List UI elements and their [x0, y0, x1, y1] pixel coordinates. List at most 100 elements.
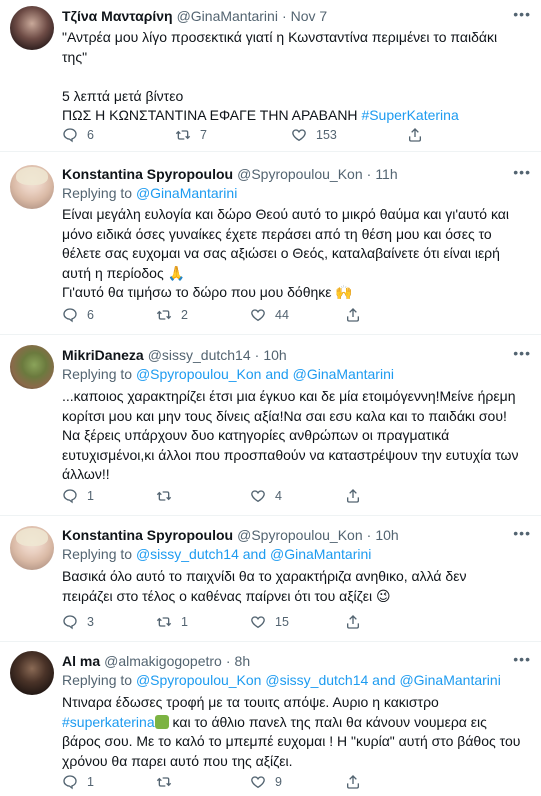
tweet-text: ...καποιος χαρακτηρίζει έτσι μια έγκυο κ… [62, 388, 519, 482]
reply-icon [63, 775, 77, 790]
author-name[interactable]: MikriDaneza [62, 347, 144, 363]
reply-button[interactable]: 1 [62, 488, 94, 504]
more-icon[interactable]: ••• [513, 345, 531, 361]
avatar[interactable] [10, 526, 54, 570]
author-name[interactable]: Τζίνα Μανταρίνη [62, 8, 173, 24]
reply-button[interactable]: 3 [62, 614, 94, 630]
author-name[interactable]: Al ma [62, 653, 100, 669]
share-button[interactable] [345, 614, 370, 630]
more-icon[interactable]: ••• [513, 651, 531, 667]
mention-link[interactable]: @GinaMantarini [293, 366, 394, 382]
tweet-text: "Αντρέα μου λίγο προσεκτικά γιατί η Κωνσ… [62, 29, 498, 123]
mention-link[interactable]: @sissy_dutch14 [136, 546, 239, 562]
share-button[interactable] [345, 774, 370, 790]
share-button[interactable] [345, 307, 370, 323]
avatar[interactable] [10, 6, 54, 50]
like-icon [251, 490, 265, 503]
tweet-actions: 6 7 153 [62, 127, 522, 147]
like-button[interactable]: 153 [291, 127, 337, 143]
reply-button[interactable]: 6 [62, 127, 94, 143]
retweet-count: 1 [181, 615, 188, 629]
retweet-count: 2 [181, 308, 188, 322]
share-icon [347, 489, 359, 503]
retweet-count: 7 [200, 128, 207, 142]
hashtag-link[interactable]: #superkaterina [62, 714, 155, 730]
tweet-thread: Τζίνα Μανταρίνη @GinaMantarini · Nov 7 •… [0, 0, 541, 796]
tweet-text: Είναι μεγάλη ευλογία και δώρο Θεού αυτό … [62, 206, 509, 300]
retweet-icon [156, 491, 172, 501]
mention-link[interactable]: @Spyropoulou_Kon [136, 366, 262, 382]
like-count: 9 [275, 775, 282, 789]
timestamp[interactable]: 11h [375, 166, 397, 182]
avatar[interactable] [10, 345, 54, 389]
timestamp[interactable]: Nov 7 [291, 8, 328, 24]
retweet-icon [175, 130, 191, 140]
author-handle[interactable]: @GinaMantarini [177, 8, 278, 24]
share-icon [409, 128, 421, 142]
share-button[interactable] [407, 127, 432, 143]
author-handle[interactable]: @Spyropoulou_Kon [237, 527, 363, 543]
reply-count: 6 [87, 308, 94, 322]
tweet-text: Βασικά όλο αυτό το παιχνίδι θα το χαρακτ… [62, 568, 467, 604]
timestamp[interactable]: 8h [235, 653, 251, 669]
mention-link[interactable]: @GinaMantarini [270, 546, 371, 562]
author-handle[interactable]: @Spyropoulou_Kon [237, 166, 363, 182]
avatar[interactable] [10, 651, 54, 695]
reply-button[interactable]: 1 [62, 774, 94, 790]
timestamp[interactable]: 10h [375, 527, 398, 543]
like-button[interactable]: 9 [250, 774, 282, 790]
author-handle[interactable]: @almakigogopetro [104, 653, 222, 669]
reply-icon [63, 308, 77, 323]
mention-link[interactable]: @sissy_dutch14 [265, 672, 368, 688]
retweet-button[interactable]: 2 [156, 307, 188, 323]
like-count: 153 [316, 128, 337, 142]
retweet-icon [156, 617, 172, 627]
retweet-icon [156, 310, 172, 320]
author-handle[interactable]: @sissy_dutch14 [148, 347, 251, 363]
retweet-button[interactable]: 1 [156, 614, 188, 630]
more-icon[interactable]: ••• [513, 6, 531, 22]
more-icon[interactable]: ••• [513, 525, 531, 541]
retweet-icon [156, 777, 172, 787]
reply-button[interactable]: 6 [62, 307, 94, 323]
separator: · [366, 166, 372, 182]
like-count: 15 [275, 615, 289, 629]
tweet-actions: 1 4 [62, 488, 522, 508]
like-button[interactable]: 44 [250, 307, 289, 323]
tweet[interactable]: Al ma @almakigogopetro · 8h ••• Replying… [0, 642, 541, 796]
more-icon[interactable]: ••• [513, 164, 531, 180]
share-icon [347, 775, 359, 789]
separator: · [281, 8, 287, 24]
replying-to: Replying to @Spyropoulou_Kon and @GinaMa… [62, 366, 394, 382]
author-name[interactable]: Konstantina Spyropoulou [62, 527, 233, 543]
reply-count: 1 [87, 489, 94, 503]
tweet[interactable]: Τζίνα Μανταρίνη @GinaMantarini · Nov 7 •… [0, 0, 541, 152]
tweet-actions: 1 9 [62, 774, 522, 794]
separator: · [225, 653, 231, 669]
tweet[interactable]: Konstantina Spyropoulou @Spyropoulou_Kon… [0, 516, 541, 642]
share-button[interactable] [345, 488, 370, 504]
mention-link[interactable]: @GinaMantarini [136, 185, 237, 201]
separator: · [366, 527, 372, 543]
reply-count: 6 [87, 128, 94, 142]
like-button[interactable]: 15 [250, 614, 289, 630]
like-button[interactable]: 4 [250, 488, 282, 504]
replying-to: Replying to @Spyropoulou_Kon @sissy_dutc… [62, 672, 501, 688]
mention-link[interactable]: @GinaMantarini [399, 672, 500, 688]
author-name[interactable]: Konstantina Spyropoulou [62, 166, 233, 182]
avatar[interactable] [10, 165, 54, 209]
tweet[interactable]: MikriDaneza @sissy_dutch14 · 10h ••• Rep… [0, 335, 541, 516]
hashtag-link[interactable]: #SuperKaterina [361, 107, 458, 123]
like-icon [251, 616, 265, 629]
like-icon [292, 129, 306, 142]
like-count: 44 [275, 308, 289, 322]
tweet[interactable]: Konstantina Spyropoulou @Spyropoulou_Kon… [0, 152, 541, 335]
mention-link[interactable]: @Spyropoulou_Kon [136, 672, 262, 688]
share-icon [347, 308, 359, 322]
retweet-button[interactable]: 7 [175, 127, 207, 143]
like-count: 4 [275, 489, 282, 503]
retweet-button[interactable] [156, 774, 181, 790]
reply-icon [63, 489, 77, 504]
retweet-button[interactable] [156, 488, 181, 504]
timestamp[interactable]: 10h [263, 347, 286, 363]
